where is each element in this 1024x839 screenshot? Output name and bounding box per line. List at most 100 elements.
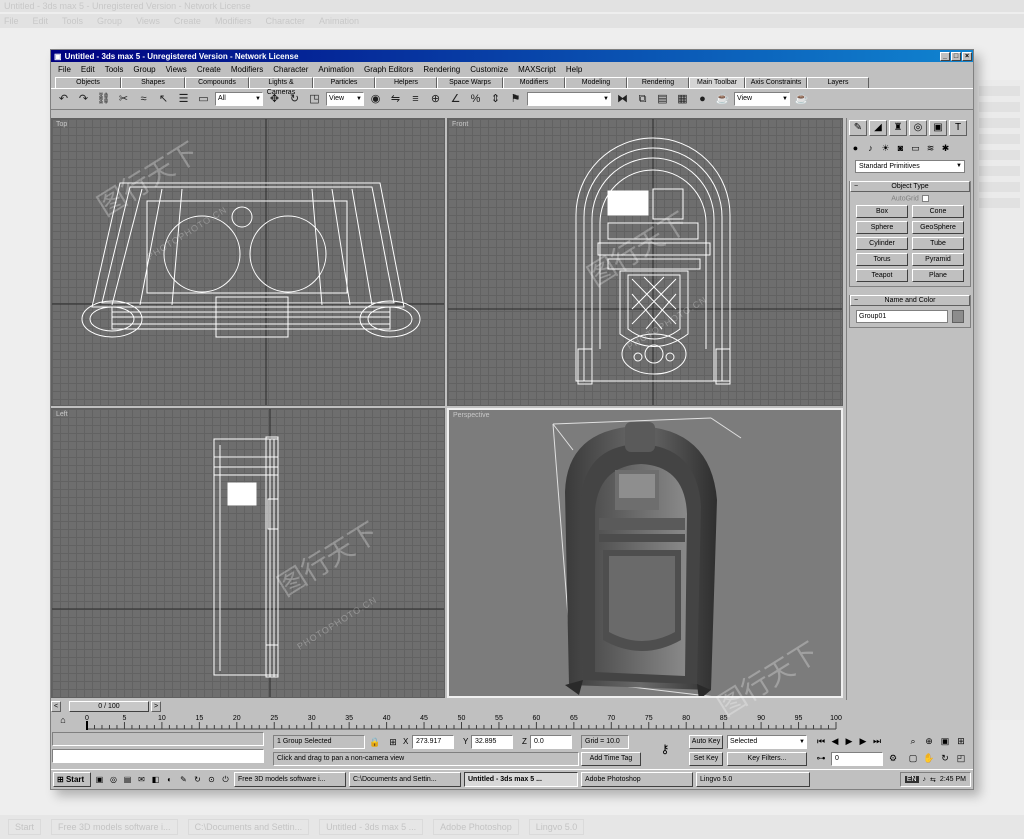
percent-snap-icon[interactable]: % [467,91,484,108]
task-documents-settings[interactable]: C:\Documents and Settin... [349,772,461,787]
edit-named-selections-icon[interactable]: ⚑ [507,91,524,108]
lock-selection-icon[interactable]: 🔒 [369,736,381,748]
zoom-icon[interactable]: ⌕ [907,735,919,747]
maximize-viewport-icon[interactable]: ◰ [955,752,967,764]
maxscript-input[interactable] [52,749,264,763]
pivot-center-icon[interactable]: ◉ [367,91,384,108]
tray-network-icon[interactable]: ⇆ [930,776,936,784]
quicklaunch-disc-icon[interactable]: ⊙ [206,774,217,785]
hierarchy-panel-icon[interactable]: ♜ [889,120,907,136]
current-frame-field[interactable]: 0 [831,752,883,766]
close-button[interactable]: × [962,51,972,61]
track-bar[interactable]: ⌂ 0 5 10 15 20 25 30 35 40 45 50 55 60 65 70 75 80 85 90 95… [51,712,846,732]
quick-render-icon[interactable]: ☕ [793,91,810,108]
reference-coordinate-dropdown[interactable]: View [326,92,364,106]
display-panel-icon[interactable]: ▣ [929,120,947,136]
tube-button[interactable]: Tube [912,237,964,251]
quicklaunch-desktop-icon[interactable]: ▣ [94,774,105,785]
quicklaunch-app-icon[interactable]: ◐ [164,774,175,785]
viewport-label-top[interactable]: Top [56,121,67,128]
add-time-tag-button[interactable]: Add Time Tag [581,752,641,766]
menu-edit[interactable]: Edit [76,65,100,74]
menu-modifiers[interactable]: Modifiers [226,65,268,74]
minimize-button[interactable]: _ [940,51,950,61]
arc-rotate-icon[interactable]: ↻ [939,752,951,764]
tab-compounds[interactable]: Compounds [185,77,249,88]
z-coordinate-field[interactable]: 0.0 [530,735,572,749]
task-lingvo[interactable]: Lingvo 5.0 [696,772,810,787]
start-button[interactable]: ⊞ Start [53,772,91,787]
tab-particles[interactable]: Particles [313,77,375,88]
spinner-snap-icon[interactable]: ⇕ [487,91,504,108]
render-scene-icon[interactable]: ☕ [714,91,731,108]
time-next-icon[interactable]: > [151,700,161,712]
menu-character[interactable]: Character [268,65,313,74]
key-mode-toggle-icon[interactable]: ⊶ [815,752,827,764]
menu-maxscript[interactable]: MAXScript [513,65,561,74]
play-icon[interactable]: ▶ [843,735,855,747]
tab-modeling[interactable]: Modeling [565,77,627,88]
track-view-icon[interactable]: ▤ [654,91,671,108]
quicklaunch-sync-icon[interactable]: ↻ [192,774,203,785]
box-button[interactable]: Box [856,205,908,219]
bind-space-warp-icon[interactable]: ≈ [135,91,152,108]
tab-objects[interactable]: Objects [55,77,121,88]
plane-button[interactable]: Plane [912,269,964,283]
key-mode-dropdown[interactable]: Selected [727,735,807,749]
name-color-header[interactable]: Name and Color [850,295,970,307]
absolute-mode-icon[interactable]: ⊞ [387,736,399,748]
space-warps-icon[interactable]: ≋ [924,142,937,155]
autogrid-checkbox[interactable]: AutoGrid [850,195,970,202]
align-selected-icon[interactable]: ⧉ [634,91,651,108]
clock[interactable]: 2:45 PM [940,776,966,783]
menu-animation[interactable]: Animation [313,65,359,74]
viewport-label-perspective[interactable]: Perspective [453,412,490,419]
time-slider[interactable]: < 0 / 100 > [51,700,846,712]
object-color-swatch[interactable] [952,310,964,324]
tab-main-toolbar[interactable]: Main Toolbar [689,77,745,88]
quicklaunch-mail-icon[interactable]: ✉ [136,774,147,785]
x-coordinate-field[interactable]: 273.917 [412,735,454,749]
select-and-move-icon[interactable]: ✥ [266,91,283,108]
viewport-label-left[interactable]: Left [56,411,68,418]
go-to-end-icon[interactable]: ⏭ [871,735,883,747]
pyramid-button[interactable]: Pyramid [912,253,964,267]
helpers-icon[interactable]: ▭ [909,142,922,155]
undo-icon[interactable]: ↶ [55,91,72,108]
time-slider-thumb[interactable]: 0 / 100 [69,700,149,712]
cameras-icon[interactable]: ◙ [894,142,907,155]
set-key-button[interactable]: Set Key [689,752,723,766]
mirror-selected-icon[interactable]: ⧓ [614,91,631,108]
tray-volume-icon[interactable]: ♪ [923,776,927,783]
rectangular-selection-icon[interactable]: ▭ [195,91,212,108]
menu-customize[interactable]: Customize [465,65,513,74]
viewport-label-front[interactable]: Front [452,121,468,128]
tab-space-warps[interactable]: Space Warps [437,77,503,88]
viewport-top[interactable]: Top [51,118,445,406]
menu-rendering[interactable]: Rendering [418,65,465,74]
select-and-scale-icon[interactable]: ◳ [306,91,323,108]
task-3ds-max[interactable]: Untitled - 3ds max 5 ... [464,772,578,787]
motion-panel-icon[interactable]: ◎ [909,120,927,136]
time-configuration-icon[interactable]: ⚙ [887,752,899,764]
unlink-icon[interactable]: ✂ [115,91,132,108]
select-and-rotate-icon[interactable]: ↻ [286,91,303,108]
viewport-left[interactable]: Left [51,408,445,698]
torus-button[interactable]: Torus [856,253,908,267]
title-bar[interactable]: ▣ Untitled - 3ds max 5 - Unregistered Ve… [51,50,973,62]
zoom-all-icon[interactable]: ⊕ [923,735,935,747]
redo-icon[interactable]: ↷ [75,91,92,108]
align-icon[interactable]: ≡ [407,91,424,108]
tab-rendering[interactable]: Rendering [627,77,689,88]
primitive-type-dropdown[interactable]: Standard Primitives [855,160,965,173]
menu-file[interactable]: File [53,65,76,74]
maxscript-listener[interactable] [52,732,264,746]
schematic-view-icon[interactable]: ▦ [674,91,691,108]
pan-icon[interactable]: ✋ [923,752,935,764]
lights-icon[interactable]: ☀ [879,142,892,155]
zoom-extents-all-icon[interactable]: ⊞ [955,735,967,747]
task-free-3d-models[interactable]: Free 3D models software i... [234,772,346,787]
select-and-link-icon[interactable]: ⛓ [95,91,112,108]
geometry-icon[interactable]: ● [849,142,862,155]
material-editor-icon[interactable]: ● [694,91,711,108]
